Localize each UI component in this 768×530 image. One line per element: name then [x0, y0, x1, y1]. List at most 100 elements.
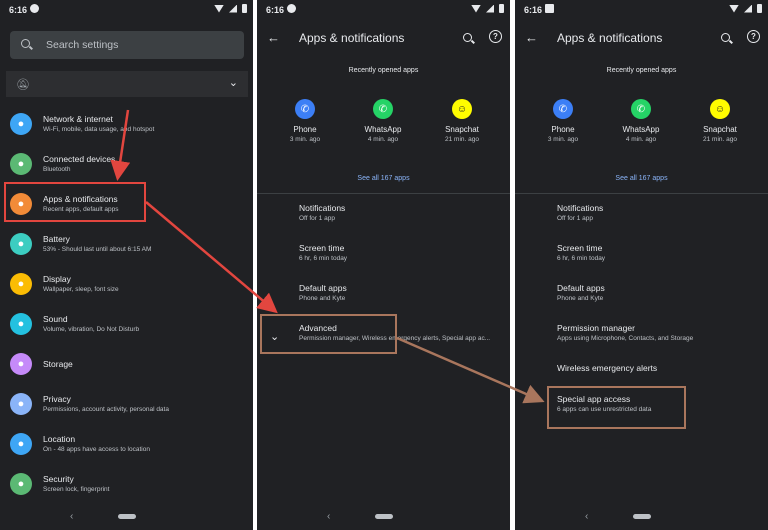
signal-icon	[229, 4, 237, 13]
recent-app-whatsapp[interactable]: ✆ WhatsApp 4 min. ago	[353, 99, 413, 143]
page-title: Apps & notifications	[557, 31, 663, 45]
see-all-apps-link[interactable]: See all 167 apps	[257, 175, 510, 182]
nav-bar: ‹	[515, 504, 768, 530]
settings-item-subtitle: Volume, vibration, Do Not Disturb	[43, 326, 140, 333]
option-notifications[interactable]: Notifications Off for 1 app	[299, 203, 345, 222]
search-icon[interactable]	[463, 33, 472, 42]
highlight-apps-notifications	[4, 182, 146, 222]
battery-status-icon	[242, 4, 247, 13]
option-subtitle: Phone and Kyte	[299, 295, 346, 302]
divider	[257, 193, 510, 194]
settings-item-security[interactable]: ● Security Screen lock, fingerprint	[0, 468, 253, 508]
option-title: Notifications	[557, 203, 604, 213]
chevron-down-icon[interactable]: ⌄	[229, 76, 238, 89]
app-bar: ← Apps & notifications ?	[515, 27, 768, 51]
settings-item-sound[interactable]: ● Sound Volume, vibration, Do Not Disturb	[0, 308, 253, 348]
phone-app-icon: ✆	[553, 99, 573, 119]
settings-item-privacy[interactable]: ● Privacy Permissions, account activity, p…	[0, 388, 253, 428]
search-settings-input[interactable]: Search settings	[10, 31, 244, 59]
settings-item-title: Location	[43, 434, 76, 444]
wifi-icon: ●	[10, 113, 32, 135]
app-bar: ← Apps & notifications ?	[257, 27, 510, 51]
option-subtitle: Off for 1 app	[557, 215, 594, 222]
highlight-advanced	[260, 314, 397, 354]
option-title: Default apps	[557, 283, 605, 293]
option-subtitle: 6 hr, 6 min today	[299, 255, 348, 262]
recent-app-name: WhatsApp	[364, 125, 402, 134]
settings-item-display[interactable]: ● Display Wallpaper, sleep, font size	[0, 268, 253, 308]
option-title: Screen time	[557, 243, 603, 253]
battery-icon: ●	[10, 233, 32, 255]
help-icon[interactable]: ?	[747, 30, 760, 43]
storage-icon: ●	[10, 353, 32, 375]
battery-status-icon	[757, 4, 762, 13]
option-screen-time[interactable]: Screen time 6 hr, 6 min today	[557, 243, 605, 262]
recent-app-whatsapp[interactable]: ✆ WhatsApp 4 min. ago	[611, 99, 671, 143]
settings-item-title: Network & internet	[43, 114, 113, 124]
help-icon[interactable]: ?	[489, 30, 502, 43]
recent-app-time: 4 min. ago	[625, 136, 657, 143]
dnd-suggestion-bar[interactable]: 🔕︎ ⌄	[6, 71, 248, 97]
settings-item-subtitle: 53% - Should last until about 6:15 AM	[43, 246, 152, 253]
nav-back-icon[interactable]: ‹	[70, 511, 73, 522]
divider	[515, 193, 768, 194]
option-default-apps[interactable]: Default apps Phone and Kyte	[557, 283, 605, 302]
recent-app-phone[interactable]: ✆ Phone 3 min. ago	[533, 99, 593, 143]
location-icon: ●	[10, 433, 32, 455]
back-arrow-icon[interactable]: ←	[525, 30, 538, 45]
see-all-apps-link[interactable]: See all 167 apps	[515, 175, 768, 182]
settings-item-title: Display	[43, 274, 71, 284]
wifi-status-icon	[214, 4, 224, 13]
recent-app-phone[interactable]: ✆ Phone 3 min. ago	[275, 99, 335, 143]
recent-app-name: Phone	[551, 125, 575, 134]
recent-app-time: 3 min. ago	[547, 136, 579, 143]
nav-home-pill[interactable]	[117, 514, 136, 519]
settings-item-subtitle: Screen lock, fingerprint	[43, 486, 110, 493]
recent-app-time: 21 min. ago	[703, 136, 737, 143]
recent-app-time: 21 min. ago	[445, 136, 479, 143]
settings-item-battery[interactable]: ● Battery 53% - Should last until about 6:…	[0, 228, 253, 268]
highlight-special-app-access	[547, 386, 686, 429]
status-bar: 6:16	[257, 0, 510, 22]
settings-item-storage[interactable]: ● Storage	[0, 348, 253, 388]
settings-item-title: Storage	[43, 359, 73, 369]
option-title: Screen time	[299, 243, 345, 253]
settings-item-subtitle: Permissions, account activity, personal …	[43, 406, 169, 413]
nav-bar: ‹	[257, 504, 510, 530]
nav-bar: ‹	[0, 504, 253, 530]
status-time: 6:16	[9, 5, 28, 15]
option-default-apps[interactable]: Default apps Phone and Kyte	[299, 283, 347, 302]
settings-item-subtitle: Bluetooth	[43, 166, 71, 173]
back-arrow-icon[interactable]: ←	[267, 30, 280, 45]
search-icon	[21, 39, 30, 48]
image-notification-icon	[545, 4, 554, 13]
option-screen-time[interactable]: Screen time 6 hr, 6 min today	[299, 243, 347, 262]
settings-item-location[interactable]: ● Location On - 48 apps have access to loc…	[0, 428, 253, 468]
option-permission-manager[interactable]: Permission manager Apps using Microphone,…	[557, 323, 693, 342]
recent-app-snapchat[interactable]: ☺ Snapchat 21 min. ago	[690, 99, 750, 143]
option-notifications[interactable]: Notifications Off for 1 app	[557, 203, 603, 222]
snapchat-app-icon: ☺	[452, 99, 472, 119]
nav-home-pill[interactable]	[374, 514, 393, 519]
option-subtitle: Phone and Kyte	[557, 295, 604, 302]
recent-app-time: 3 min. ago	[289, 136, 321, 143]
wifi-status-icon	[471, 4, 481, 13]
recent-app-snapchat[interactable]: ☺ Snapchat 21 min. ago	[432, 99, 492, 143]
apps-notifications-screen: 6:16 ← Apps & notifications ? Recently o…	[257, 0, 510, 530]
nav-back-icon[interactable]: ‹	[327, 511, 330, 522]
settings-item-title: Sound	[43, 314, 68, 324]
advanced-apps-screen: 6:16 ← Apps & notifications ? Recently o…	[515, 0, 768, 530]
settings-item-subtitle: On - 48 apps have access to location	[43, 446, 150, 453]
nav-back-icon[interactable]: ‹	[585, 511, 588, 522]
option-subtitle: 6 hr, 6 min today	[557, 255, 606, 262]
nav-home-pill[interactable]	[632, 514, 651, 519]
whatsapp-app-icon: ✆	[373, 99, 393, 119]
option-wireless-emergency-alerts[interactable]: Wireless emergency alerts	[557, 363, 657, 373]
page-title: Apps & notifications	[299, 31, 405, 45]
display-icon: ●	[10, 273, 32, 295]
status-bar: 6:16	[0, 0, 253, 22]
settings-item-title: Privacy	[43, 394, 71, 404]
signal-icon	[486, 4, 494, 13]
settings-item-wifi[interactable]: ● Network & internet Wi-Fi, mobile, data u…	[0, 108, 253, 148]
search-icon[interactable]	[721, 33, 730, 42]
